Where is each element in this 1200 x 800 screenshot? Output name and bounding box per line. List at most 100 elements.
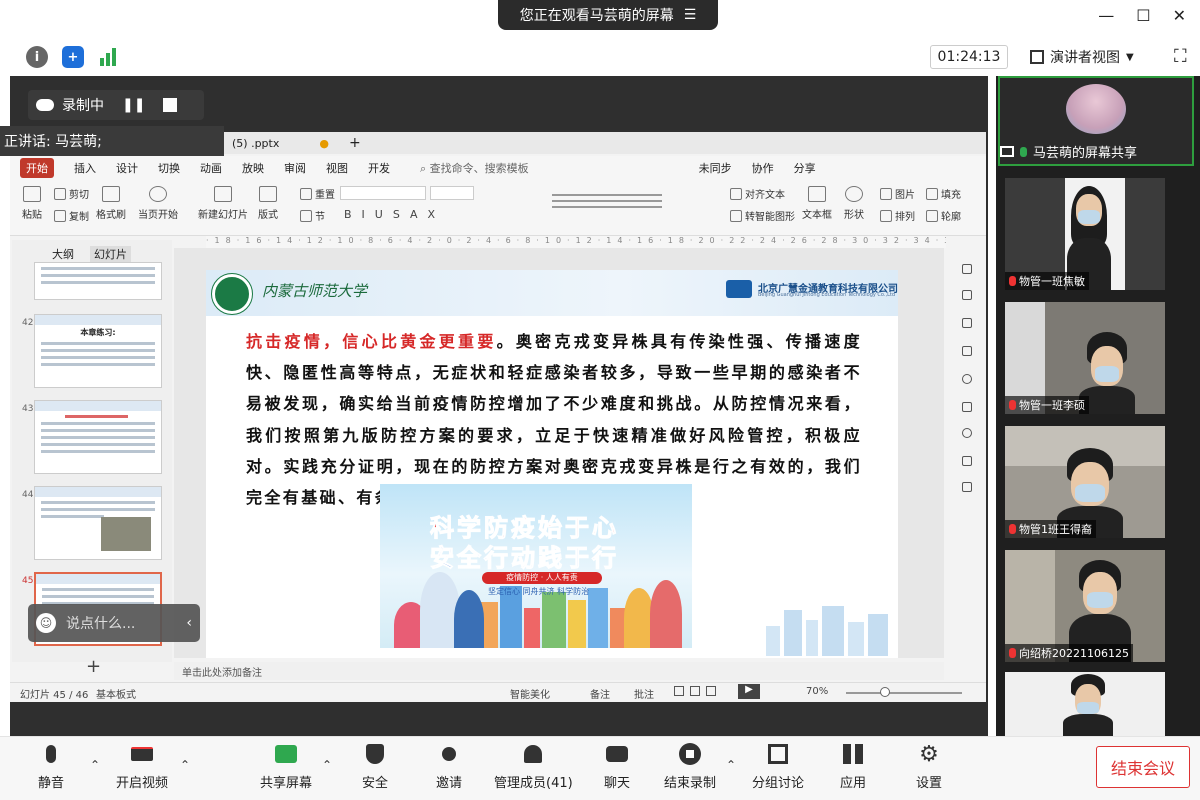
video-tile[interactable]: 向绍桥20221106125 bbox=[1005, 550, 1165, 662]
viewing-banner[interactable]: 您正在观看马芸萌的屏幕 ☰ bbox=[498, 0, 718, 30]
security-button[interactable]: 安全 bbox=[362, 742, 388, 791]
cut-button[interactable]: 剪切 bbox=[54, 186, 89, 201]
sync-status[interactable]: 未同步 bbox=[699, 160, 732, 176]
chevron-up-icon[interactable]: ⌃ bbox=[322, 758, 332, 772]
help-icon[interactable] bbox=[962, 374, 972, 384]
textbox-button[interactable]: 文本框 bbox=[802, 186, 832, 221]
tab-view[interactable]: 视图 bbox=[326, 160, 348, 176]
chat-input[interactable]: ☺ 说点什么... ‹ bbox=[28, 604, 200, 642]
emoji-icon[interactable]: ☺ bbox=[36, 613, 56, 633]
new-tab-icon[interactable]: + bbox=[349, 135, 361, 151]
signal-icon[interactable] bbox=[100, 46, 116, 66]
new-slide-button[interactable]: 新建幻灯片 bbox=[198, 186, 248, 221]
video-tile[interactable] bbox=[1005, 672, 1165, 736]
mute-button[interactable]: 静音 bbox=[38, 742, 64, 791]
font-size-select[interactable] bbox=[430, 186, 474, 200]
layout-button[interactable]: 版式 bbox=[258, 186, 278, 221]
side-tool-icon[interactable] bbox=[962, 318, 972, 328]
tab-design[interactable]: 设计 bbox=[116, 160, 138, 176]
close-icon[interactable]: ✕ bbox=[1173, 6, 1186, 25]
sorter-view-icon[interactable] bbox=[690, 686, 700, 696]
collab-button[interactable]: 协作 bbox=[752, 160, 774, 176]
tab-insert[interactable]: 插入 bbox=[74, 160, 96, 176]
maximize-icon[interactable]: ☐ bbox=[1136, 6, 1150, 25]
tab-outline[interactable]: 大纲 bbox=[52, 246, 74, 262]
side-tool-icon[interactable] bbox=[962, 402, 972, 412]
view-mode-buttons[interactable] bbox=[674, 686, 716, 696]
start-video-button[interactable]: 开启视频 bbox=[116, 742, 168, 791]
normal-view-icon[interactable] bbox=[674, 686, 684, 696]
shield-icon[interactable]: + bbox=[62, 46, 84, 68]
outline-button[interactable]: 轮廓 bbox=[926, 208, 961, 223]
tab-home[interactable]: 开始 bbox=[20, 158, 54, 178]
invite-button[interactable]: 邀请 bbox=[436, 742, 462, 791]
stop-recording-icon[interactable] bbox=[163, 98, 178, 112]
picture-button[interactable]: 图片 bbox=[880, 186, 915, 201]
video-tile[interactable]: 物管1班王得裔 bbox=[1005, 426, 1165, 538]
fill-button[interactable]: 填充 bbox=[926, 186, 961, 201]
tab-slideshow[interactable]: 放映 bbox=[242, 160, 264, 176]
slide-thumbnail[interactable] bbox=[34, 262, 162, 300]
align-text-button[interactable]: 对齐文本 bbox=[730, 186, 785, 201]
comments-button[interactable]: 批注 bbox=[634, 686, 654, 701]
view-label: 演讲者视图 bbox=[1050, 50, 1120, 66]
video-tile[interactable]: 物管一班李硕 bbox=[1005, 302, 1165, 414]
tab-transition[interactable]: 切换 bbox=[158, 160, 180, 176]
settings-button[interactable]: ⚙ 设置 bbox=[916, 742, 942, 792]
tab-animation[interactable]: 动画 bbox=[200, 160, 222, 176]
participants-button[interactable]: 管理成员(41) bbox=[494, 742, 573, 791]
shape-button[interactable]: 形状 bbox=[844, 186, 864, 221]
menu-icon[interactable]: ☰ bbox=[684, 7, 697, 23]
fullscreen-icon[interactable]: ⛶ bbox=[1174, 46, 1187, 67]
format-painter-button[interactable]: 格式刷 bbox=[96, 186, 126, 221]
zoom-slider[interactable] bbox=[846, 692, 962, 694]
slide-thumbnail[interactable] bbox=[34, 486, 162, 560]
slide-thumbnail[interactable] bbox=[34, 400, 162, 474]
smart-beautify-button[interactable]: 智能美化 bbox=[510, 686, 550, 701]
reading-view-icon[interactable] bbox=[706, 686, 716, 696]
end-meeting-button[interactable]: 结束会议 bbox=[1096, 746, 1190, 788]
chat-button[interactable]: 聊天 bbox=[604, 742, 630, 791]
tab-slides[interactable]: 幻灯片 bbox=[90, 246, 131, 262]
play-from-current-button[interactable]: 当页开始 bbox=[138, 186, 178, 221]
font-style-buttons[interactable]: BIUSAX bbox=[344, 208, 445, 221]
add-slide-icon[interactable]: + bbox=[86, 656, 101, 677]
side-tool-icon[interactable] bbox=[962, 264, 972, 274]
minimize-icon[interactable]: — bbox=[1098, 6, 1114, 25]
chevron-left-icon[interactable]: ‹ bbox=[186, 615, 192, 631]
chevron-up-icon[interactable]: ⌃ bbox=[726, 758, 736, 772]
tab-review[interactable]: 审阅 bbox=[284, 160, 306, 176]
share-doc-button[interactable]: 分享 bbox=[794, 160, 816, 176]
breakout-button[interactable]: 分组讨论 bbox=[752, 742, 804, 791]
chevron-up-icon[interactable]: ⌃ bbox=[90, 758, 100, 772]
side-tool-icon[interactable] bbox=[962, 346, 972, 356]
side-tool-icon[interactable] bbox=[962, 290, 972, 300]
font-name-select[interactable] bbox=[340, 186, 426, 200]
notes-area[interactable]: 单击此处添加备注 bbox=[174, 662, 944, 680]
cube-icon[interactable] bbox=[962, 482, 972, 492]
document-tab[interactable]: (5) .pptx ● + bbox=[222, 132, 986, 154]
apps-button[interactable]: 应用 bbox=[840, 742, 866, 791]
paragraph-controls[interactable] bbox=[552, 190, 662, 220]
paste-button[interactable]: 粘贴 bbox=[22, 186, 42, 221]
notes-toggle-button[interactable]: 备注 bbox=[590, 686, 610, 701]
side-tool-icon[interactable] bbox=[962, 428, 972, 438]
zoom-slider-handle[interactable] bbox=[880, 687, 890, 697]
tab-developer[interactable]: 开发 bbox=[368, 160, 390, 176]
speaker-view-button[interactable]: 演讲者视图 ▼ bbox=[1030, 44, 1160, 70]
info-icon[interactable]: i bbox=[26, 46, 48, 68]
pause-recording-icon[interactable]: ❚❚ bbox=[122, 97, 145, 113]
play-slideshow-icon[interactable]: ▶ bbox=[738, 684, 760, 699]
convert-smartart-button[interactable]: 转智能图形 bbox=[730, 208, 795, 223]
reset-button[interactable]: 重置 bbox=[300, 186, 335, 201]
side-tool-icon[interactable] bbox=[962, 456, 972, 466]
search-command[interactable]: ⌕ 查找命令、搜索模板 bbox=[420, 160, 529, 176]
arrange-button[interactable]: 排列 bbox=[880, 208, 915, 223]
share-screen-button[interactable]: 共享屏幕 bbox=[260, 742, 312, 791]
copy-button[interactable]: 复制 bbox=[54, 208, 89, 223]
end-recording-button[interactable]: 结束录制 bbox=[664, 742, 716, 791]
slide-thumbnail[interactable]: 本章练习: bbox=[34, 314, 162, 388]
section-button[interactable]: 节 bbox=[300, 208, 325, 223]
video-tile[interactable]: 物管一班焦敏 bbox=[1005, 178, 1165, 290]
chevron-up-icon[interactable]: ⌃ bbox=[180, 758, 190, 772]
